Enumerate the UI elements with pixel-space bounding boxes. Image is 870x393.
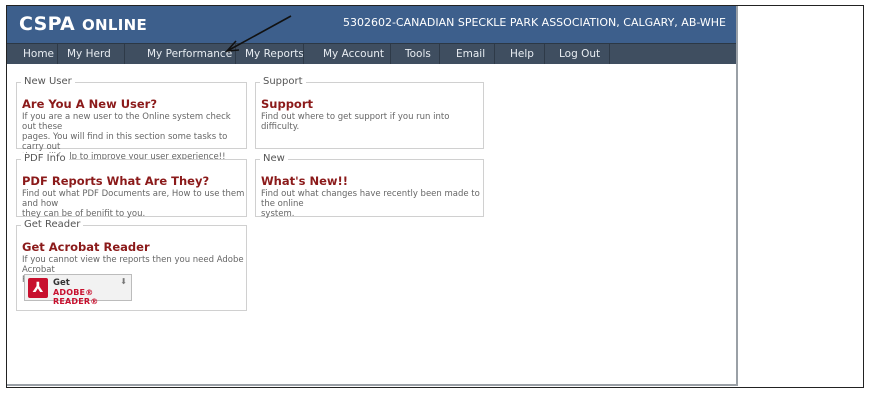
annotation-arrow-icon [225,15,292,52]
